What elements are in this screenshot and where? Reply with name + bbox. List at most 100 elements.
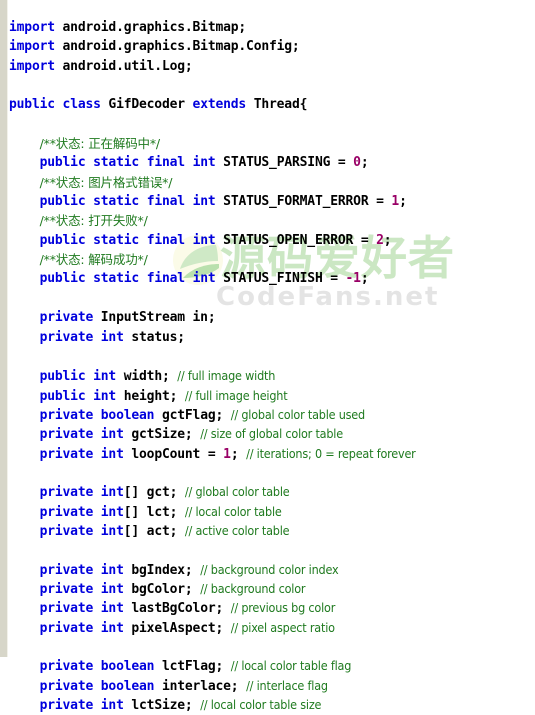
code-token-kw: int: [192, 232, 216, 248]
code-token-txt: lctSize;: [123, 698, 201, 714]
code-token-kw: int: [93, 369, 117, 385]
code-token-cm: // iterations; 0 = repeat forever: [246, 445, 416, 461]
code-token-cmc: /**状态: 解码成功*/: [39, 252, 148, 268]
code-token-kw: static: [93, 232, 140, 248]
code-token-txt: android.graphics.Bitmap;: [54, 20, 247, 35]
code-token-kw: public: [9, 97, 55, 113]
code-token-txt: lastBgColor;: [123, 601, 231, 617]
code-token-cm: // active color table: [184, 522, 290, 538]
code-token-txt: android.util.Log;: [54, 58, 193, 74]
code-token-txt: status;: [123, 329, 185, 345]
code-line: private int gctSize; // size of global c…: [0, 424, 535, 443]
code-line: public static final int STATUS_FORMAT_ER…: [0, 192, 535, 211]
editor-gutter-strip: [0, 0, 7, 657]
code-token-kw: extends: [192, 97, 247, 113]
code-token-cm: // background color index: [200, 561, 339, 577]
code-token-txt: InputStream in;: [93, 310, 216, 326]
code-token-kw: import: [9, 20, 55, 35]
code-token-kw: int: [100, 562, 124, 578]
code-listing: import android.graphics.Bitmap; import an…: [0, 18, 535, 714]
code-token-txt: gctSize;: [123, 427, 201, 443]
code-token-txt: android.graphics.Bitmap.Config;: [54, 39, 300, 55]
code-token-kw: int: [100, 504, 124, 520]
code-token-kw: private: [39, 659, 94, 675]
code-line: /**状态: 解码成功*/: [0, 250, 535, 269]
code-token-txt: [] act;: [123, 523, 185, 539]
code-token-kw: static: [93, 271, 140, 287]
code-token-cm: // local color table flag: [230, 658, 352, 674]
code-token-cm: // local color table: [184, 503, 282, 519]
code-line: private int pixelAspect; // pixel aspect…: [0, 618, 535, 637]
code-token-cm: // local color table size: [200, 697, 322, 713]
code-token-kw: int: [192, 271, 216, 287]
code-line: private int status;: [0, 328, 535, 347]
code-token-txt: Thread{: [246, 97, 308, 113]
code-token-kw: public: [39, 155, 86, 171]
code-token-kw: private: [39, 485, 94, 501]
code-token-kw: int: [100, 620, 124, 636]
code-token-kw: private: [39, 310, 94, 326]
code-token-cm: // full image height: [184, 387, 288, 403]
code-token-kw: public: [39, 388, 86, 404]
code-line: import android.graphics.Bitmap;: [0, 18, 535, 37]
code-token-txt: loopCount =: [123, 446, 224, 462]
code-token-kw: private: [39, 581, 94, 597]
code-token-kw: int: [192, 194, 216, 210]
code-line: private int lctSize; // local color tabl…: [0, 695, 535, 714]
code-token-kw: class: [62, 97, 101, 113]
code-line: private int bgColor; // background color: [0, 579, 535, 598]
code-token-kw: public: [39, 194, 86, 210]
code-token-kw: import: [9, 58, 55, 74]
code-line: /**状态: 正在解码中*/: [0, 134, 535, 153]
code-token-cm: // interlace flag: [246, 677, 328, 693]
code-line: private boolean lctFlag; // local color …: [0, 656, 535, 675]
code-token-cm: // global color table used: [230, 406, 365, 422]
code-token-kw: final: [146, 232, 185, 248]
code-token-txt: [] gct;: [123, 485, 185, 501]
code-token-kw: private: [39, 407, 94, 423]
code-token-kw: int: [100, 485, 124, 501]
code-token-num: 2: [376, 232, 384, 248]
code-token-kw: boolean: [100, 678, 155, 694]
code-token-kw: private: [39, 504, 94, 520]
code-token-kw: int: [100, 427, 124, 443]
code-token-kw: int: [100, 523, 124, 539]
code-token-txt: lctFlag;: [154, 659, 231, 675]
code-token-num: -1: [345, 271, 361, 287]
code-token-cmc: /**状态: 打开失败*/: [39, 213, 148, 229]
code-token-kw: private: [39, 446, 94, 462]
code-line: public static final int STATUS_FINISH = …: [0, 269, 535, 288]
code-token-kw: private: [39, 427, 94, 443]
code-token-kw: private: [39, 562, 94, 578]
code-token-kw: int: [100, 601, 124, 617]
code-line: public int width; // full image width: [0, 366, 535, 385]
code-token-kw: private: [39, 329, 94, 345]
code-token-kw: static: [93, 194, 140, 210]
code-token-kw: import: [9, 39, 55, 55]
